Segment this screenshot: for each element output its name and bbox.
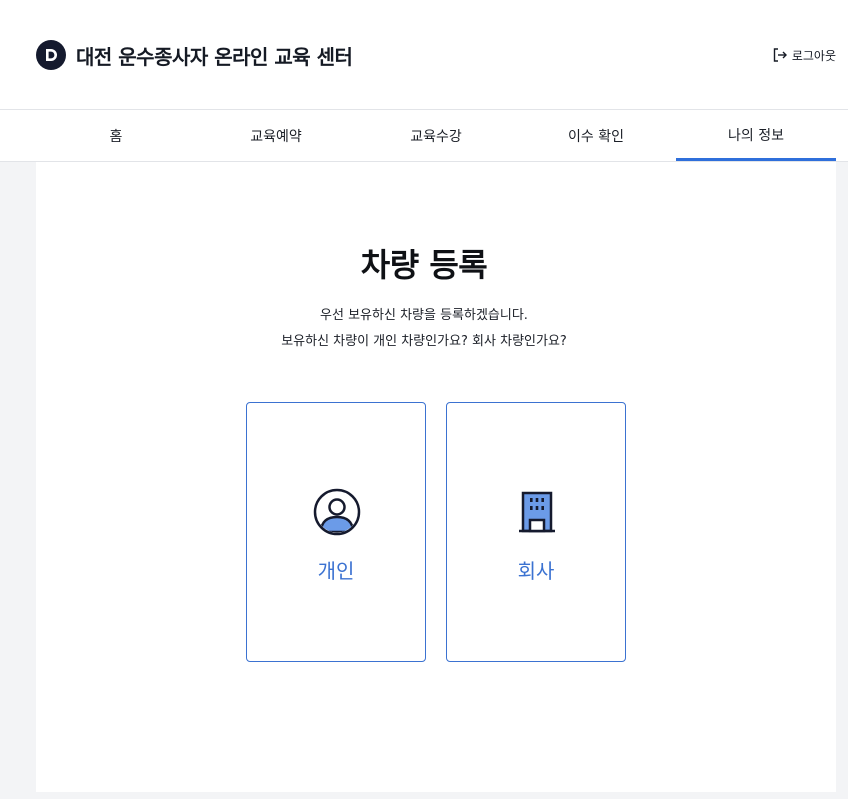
nav-item-home[interactable]: 홈 [36, 111, 196, 161]
logo-icon[interactable] [36, 40, 66, 70]
option-company-button[interactable]: 회사 [446, 402, 626, 662]
nav-item-my-info[interactable]: 나의 정보 [676, 111, 836, 161]
main-nav: 홈 교육예약 교육수강 이수 확인 나의 정보 [0, 111, 848, 162]
building-icon [519, 491, 555, 533]
nav-item-reservation[interactable]: 교육예약 [196, 111, 356, 161]
description-line-1: 우선 보유하신 차량을 등록하겠습니다. [320, 308, 528, 323]
site-title[interactable]: 대전 운수종사자 온라인 교육 센터 [76, 41, 353, 70]
description-line-2: 보유하신 차량이 개인 차량인가요? 회사 차량인가요? [281, 334, 567, 349]
logout-icon [773, 48, 787, 62]
option-personal-label: 개인 [317, 559, 355, 583]
nav-item-completion[interactable]: 이수 확인 [516, 111, 676, 161]
logout-button[interactable]: 로그아웃 [772, 45, 836, 65]
option-personal-button[interactable]: 개인 [246, 402, 426, 662]
nav-item-course[interactable]: 교육수강 [356, 111, 516, 161]
header: 대전 운수종사자 온라인 교육 센터 로그아웃 [0, 0, 848, 110]
person-icon [313, 488, 361, 536]
option-company-label: 회사 [517, 559, 555, 583]
page-title: 차량 등록 [360, 246, 488, 284]
logout-label: 로그아웃 [791, 48, 836, 63]
